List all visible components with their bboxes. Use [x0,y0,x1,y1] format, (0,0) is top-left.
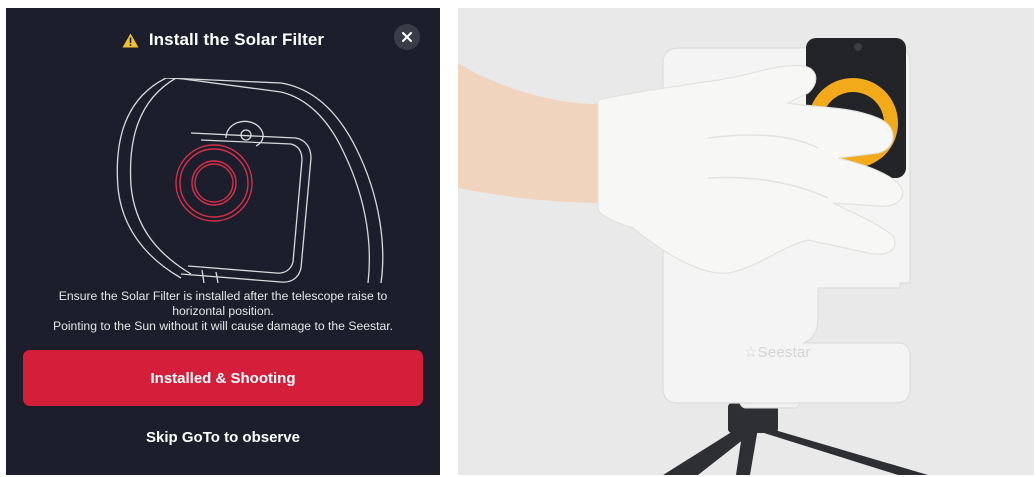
seestar-logo: ☆Seestar [744,344,811,361]
close-icon [402,32,412,42]
solar-filter-photo: ☆Seestar [458,8,1034,475]
dialog-title: Install the Solar Filter [148,30,325,49]
telescope-filter-illustration [116,78,384,283]
installed-shooting-button[interactable]: Installed & Shooting [23,350,423,406]
close-button[interactable] [394,24,420,50]
message-line-3: Pointing to the Sun without it will caus… [52,319,394,333]
warning-icon [122,33,139,47]
photo-illustration [458,38,928,475]
skip-goto-button[interactable]: Skip GoTo to observe [23,422,423,452]
dialog-header: Install the Solar Filter [6,30,440,50]
warning-message: Ensure the Solar Filter is installed aft… [20,289,426,334]
solar-filter-dialog: Install the Solar Filter Ensure the Sola… [6,8,440,475]
message-line-2: horizontal position. [172,304,274,318]
message-line-1: Ensure the Solar Filter is installed aft… [58,289,388,303]
